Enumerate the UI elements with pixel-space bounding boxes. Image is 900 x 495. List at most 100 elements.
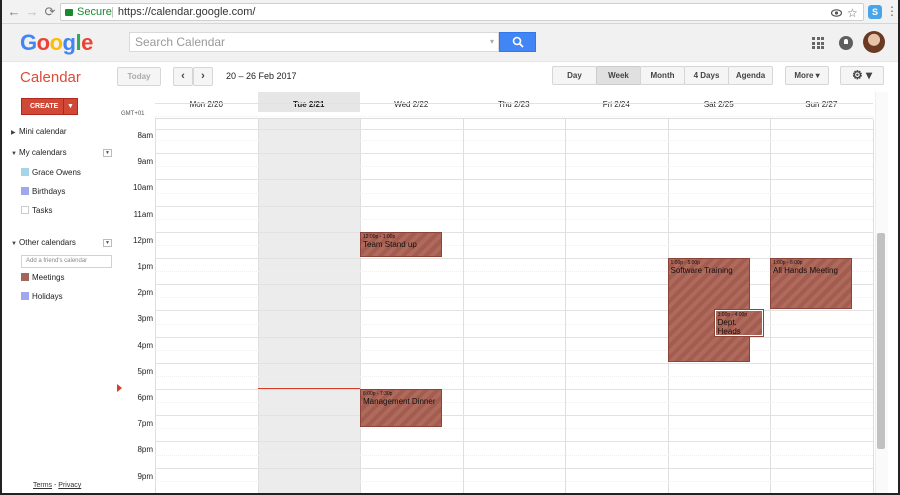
calendar-event[interactable]: 1:00p - 6:00p All Hands Meeting [770, 258, 852, 310]
extension-icon[interactable]: S [868, 5, 882, 19]
forward-icon[interactable]: → [24, 4, 40, 20]
hour-line [155, 310, 873, 312]
scrollbar-thumb[interactable] [877, 233, 885, 449]
hour-line [155, 467, 873, 469]
view-day-button[interactable]: Day [552, 66, 597, 85]
address-bar[interactable]: Secure | https://calendar.google.com/ ☆ [60, 3, 864, 21]
hour-label: 6pm [137, 393, 153, 402]
star-icon[interactable]: ☆ [847, 5, 858, 21]
hour-line [155, 231, 873, 233]
google-bar: Google Search Calendar ▾ [2, 24, 898, 62]
half-hour-line [155, 375, 873, 377]
half-hour-line [155, 349, 873, 351]
my-calendars-menu-icon[interactable]: ▼ [103, 149, 112, 157]
apps-grid-icon[interactable] [812, 37, 824, 49]
calendar-event[interactable]: 12:00p - 1:00p Team Stand up [360, 231, 442, 257]
notifications-bell-icon[interactable] [839, 36, 853, 50]
logo-letter: e [81, 30, 93, 55]
calendar-item-birthdays[interactable]: Birthdays [21, 187, 65, 196]
current-time-line [257, 387, 360, 389]
secure-label: Secure [77, 6, 112, 18]
half-hour-line [155, 297, 873, 299]
collapse-arrow-icon: ▼ [11, 241, 17, 247]
hour-line [155, 284, 873, 286]
other-calendars-toggle[interactable]: ▼ Other calendars [11, 238, 76, 247]
calendar-event[interactable]: 6:00p - 7:30p Management Dinner [360, 389, 442, 428]
hour-line [155, 336, 873, 338]
half-hour-line [155, 140, 873, 142]
back-icon[interactable]: ← [6, 4, 22, 20]
calendar-color-swatch[interactable] [21, 273, 29, 281]
calendar-item-tasks[interactable]: Tasks [21, 206, 52, 215]
calendar-event[interactable]: 3:00p - 4:00p Dept. Heads [713, 309, 764, 337]
previous-period-button[interactable]: ‹ [173, 67, 193, 86]
next-period-button[interactable]: › [193, 67, 213, 86]
terms-link[interactable]: Terms [33, 482, 52, 489]
half-hour-line [155, 323, 873, 325]
my-calendars-label: My calendars [19, 148, 67, 157]
hour-line [155, 415, 873, 417]
half-hour-line [155, 402, 873, 404]
more-button[interactable]: More ▾ [785, 66, 829, 85]
sidebar-footer: Terms - Privacy [33, 482, 81, 489]
google-logo[interactable]: Google [20, 30, 93, 56]
browser-menu-icon[interactable]: ⋮ [886, 5, 898, 17]
event-title: All Hands Meeting [773, 266, 838, 275]
search-options-icon[interactable]: ▾ [490, 33, 494, 51]
day-column[interactable] [360, 119, 463, 493]
hour-label: 4pm [137, 340, 153, 350]
hour-label: 11am [133, 209, 153, 219]
time-grid[interactable]: 8am 9am 10am 11am 12pm 1pm 2pm 3pm 4pm 5pm 6pm 7pm 8… [117, 102, 875, 493]
calendar-color-swatch[interactable] [21, 206, 29, 214]
hour-label: 8am [137, 131, 153, 140]
url-text[interactable]: | https://calendar.google.com/ [111, 4, 255, 20]
calendar-color-swatch[interactable] [21, 187, 29, 195]
hour-line [155, 102, 873, 104]
calendar-color-swatch[interactable] [21, 168, 29, 176]
avatar[interactable] [863, 31, 885, 53]
view-week-button[interactable]: Week [596, 66, 641, 85]
day-column[interactable] [155, 119, 258, 493]
day-column[interactable] [257, 119, 360, 493]
view-agenda-button[interactable]: Agenda [728, 66, 773, 85]
calendar-item-meetings[interactable]: Meetings [21, 273, 64, 282]
day-column[interactable] [462, 119, 566, 493]
search-input[interactable]: Search Calendar ▾ [129, 32, 499, 52]
hour-line [155, 153, 873, 155]
logo-letter: o [49, 30, 63, 55]
secure-indicator[interactable]: Secure [65, 4, 112, 20]
calendar-item-holidays[interactable]: Holidays [21, 292, 63, 301]
day-column[interactable] [565, 119, 668, 493]
today-button[interactable]: Today [117, 67, 161, 86]
view-4days-button[interactable]: 4 Days [684, 66, 729, 85]
calendar-toolbar: Calendar Today ‹ › 20 – 26 Feb 2017 Day … [2, 62, 898, 92]
my-calendars-toggle[interactable]: ▼ My calendars [11, 148, 67, 157]
eye-icon[interactable] [830, 6, 843, 22]
create-button[interactable]: CREATE ▼ [21, 98, 78, 115]
half-hour-line [155, 480, 873, 482]
calendar-color-swatch[interactable] [21, 292, 29, 300]
mini-calendar-toggle[interactable]: ▶ Mini calendar [11, 127, 67, 136]
hour-line [155, 389, 873, 390]
calendar-item-grace-owens[interactable]: Grace Owens [21, 168, 81, 177]
event-title: Team Stand up [363, 239, 417, 249]
browser-toolbar: ← → ⟳ Secure | https://calendar.google.co… [2, 0, 898, 24]
calendar-item-label: Grace Owens [32, 168, 81, 177]
half-hour-line [155, 428, 873, 430]
week-grid: Mon 2/20 Tue 2/21 Wed 2/22 Thu 2/23 Fri 2/24… [117, 92, 875, 493]
hour-label: 9pm [137, 471, 153, 481]
reload-icon[interactable]: ⟳ [42, 4, 58, 20]
calendar-item-label: Meetings [32, 273, 65, 282]
search-button[interactable] [499, 32, 536, 52]
settings-gear-button[interactable]: ⚙ ▾ [840, 66, 884, 85]
view-month-button[interactable]: Month [640, 66, 685, 85]
event-title: Management Dinner [363, 397, 436, 406]
create-dropdown-icon[interactable]: ▼ [63, 99, 77, 114]
privacy-link[interactable]: Privacy [58, 482, 81, 489]
hour-line [155, 179, 873, 181]
calendar-item-label: Holidays [32, 292, 63, 301]
other-calendars-menu-icon[interactable]: ▼ [103, 239, 112, 247]
app-title[interactable]: Calendar [20, 69, 81, 86]
add-friend-calendar-input[interactable]: Add a friend's calendar [21, 255, 112, 268]
half-hour-line [155, 192, 873, 194]
